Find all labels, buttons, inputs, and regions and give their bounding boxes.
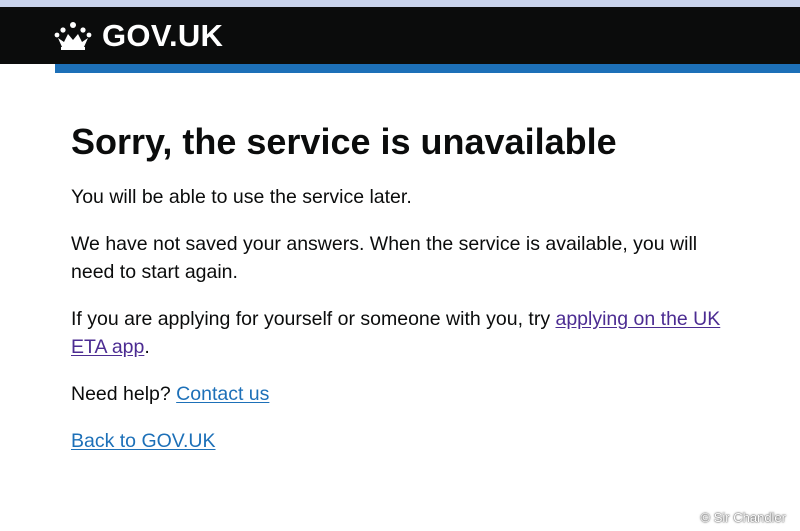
back-paragraph: Back to GOV.UK <box>71 427 731 455</box>
back-to-govuk-link[interactable]: Back to GOV.UK <box>71 430 216 452</box>
help-prefix-text: Need help? <box>71 383 177 405</box>
help-paragraph: Need help? Contact us <box>71 380 731 408</box>
photo-watermark: © Sir Chandler <box>700 510 786 525</box>
app-paragraph-text: If you are applying for yourself or some… <box>71 308 556 330</box>
crown-icon <box>54 22 92 50</box>
govuk-logo-text: GOV.UK <box>102 18 224 53</box>
answers-not-saved-paragraph: We have not saved your answers. When the… <box>71 233 698 283</box>
page-title: Sorry, the service is unavailable <box>71 121 617 162</box>
header-blue-bar <box>55 64 800 73</box>
govuk-logo-link[interactable]: GOV.UK <box>54 16 223 56</box>
app-paragraph-period: . <box>144 336 150 358</box>
contact-us-link[interactable]: Contact us <box>176 383 269 405</box>
later-paragraph: You will be able to use the service late… <box>71 186 412 208</box>
app-paragraph: If you are applying for yourself or some… <box>71 305 731 361</box>
browser-top-strip <box>0 0 800 7</box>
main-content: Sorry, the service is unavailable You wi… <box>71 118 731 474</box>
